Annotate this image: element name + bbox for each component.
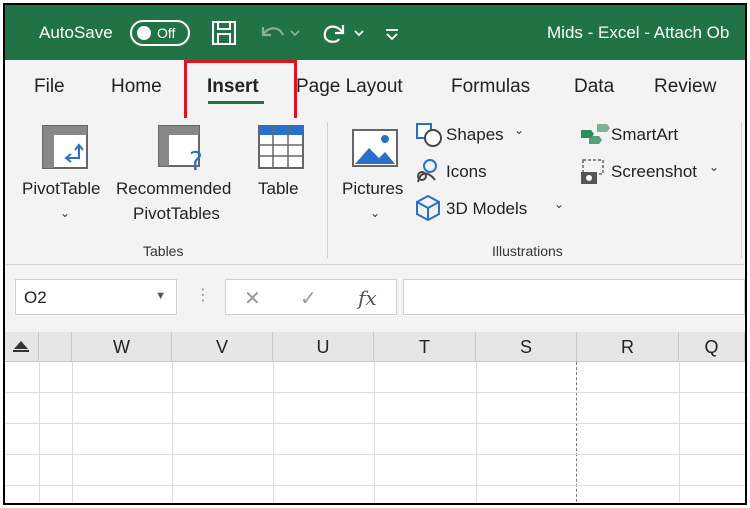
group-divider bbox=[327, 122, 328, 258]
pictures-chevron-icon[interactable]: ⌄ bbox=[370, 206, 380, 220]
pivottable-icon[interactable] bbox=[41, 124, 89, 170]
tab-file[interactable]: File bbox=[34, 76, 65, 98]
select-all-corner[interactable] bbox=[5, 332, 39, 362]
group-divider-right bbox=[741, 122, 742, 258]
tab-formulas[interactable]: Formulas bbox=[451, 76, 530, 98]
grid-line bbox=[5, 392, 745, 393]
column-header-t[interactable]: T bbox=[374, 332, 476, 362]
insert-tab-highlight bbox=[184, 60, 297, 122]
grid-line bbox=[5, 485, 745, 486]
3d-models-label[interactable]: 3D Models bbox=[446, 199, 527, 219]
grid-line bbox=[172, 362, 173, 503]
excel-window: AutoSave Off Mids - Excel - Attach Ob Fi… bbox=[3, 3, 747, 505]
icons-icon[interactable] bbox=[415, 158, 441, 186]
formula-input[interactable] bbox=[403, 279, 745, 315]
select-all-bar bbox=[13, 350, 29, 352]
formula-bar: O2 ▼ ⋮ ✕ ✓ fx bbox=[5, 265, 745, 332]
screenshot-chevron-icon[interactable]: ⌄ bbox=[709, 160, 719, 174]
pivottable-label[interactable]: PivotTable bbox=[22, 179, 100, 199]
toggle-knob bbox=[137, 26, 151, 40]
document-title: Mids - Excel - Attach Ob bbox=[547, 23, 730, 42]
grid-line bbox=[374, 362, 375, 503]
customize-toolbar-icon[interactable] bbox=[383, 19, 401, 47]
grid-line bbox=[273, 362, 274, 503]
insert-function-icon[interactable]: fx bbox=[358, 286, 377, 310]
autosave-label: AutoSave bbox=[39, 23, 113, 42]
recommended-line2[interactable]: PivotTables bbox=[133, 204, 220, 224]
save-icon[interactable] bbox=[211, 19, 237, 47]
grid-line bbox=[39, 362, 40, 503]
pictures-label[interactable]: Pictures bbox=[342, 179, 403, 199]
3d-models-chevron-icon[interactable]: ⌄ bbox=[554, 197, 564, 211]
autosave-toggle[interactable]: Off bbox=[130, 20, 190, 46]
grid-line bbox=[476, 362, 477, 503]
grid-line bbox=[5, 454, 745, 455]
svg-text:?: ? bbox=[189, 147, 203, 172]
screenshot-label[interactable]: Screenshot bbox=[611, 162, 697, 182]
illustrations-group-label: Illustrations bbox=[492, 243, 563, 259]
column-header-partial[interactable] bbox=[39, 332, 72, 362]
formula-buttons: ✕ ✓ fx bbox=[225, 279, 397, 315]
screenshot-icon[interactable] bbox=[579, 158, 607, 186]
shapes-icon[interactable] bbox=[415, 122, 443, 148]
smartart-icon[interactable] bbox=[579, 122, 611, 148]
autosave-state: Off bbox=[157, 25, 176, 41]
grid-line bbox=[679, 362, 680, 503]
column-header-v[interactable]: V bbox=[172, 332, 273, 362]
cancel-icon[interactable]: ✕ bbox=[244, 286, 261, 311]
tab-page-layout[interactable]: Page Layout bbox=[296, 76, 403, 98]
pictures-icon[interactable] bbox=[351, 128, 399, 168]
undo-icon[interactable] bbox=[257, 19, 305, 47]
column-header-s[interactable]: S bbox=[476, 332, 577, 362]
shapes-label[interactable]: Shapes bbox=[446, 125, 504, 145]
table-label[interactable]: Table bbox=[258, 179, 299, 199]
redo-icon[interactable] bbox=[319, 19, 369, 47]
shapes-chevron-icon[interactable]: ⌄ bbox=[514, 123, 524, 137]
pivottable-chevron-icon[interactable]: ⌄ bbox=[60, 206, 70, 220]
insert-ribbon: PivotTable ⌄ ? Recommended PivotTables T… bbox=[5, 118, 745, 265]
column-header-w[interactable]: W bbox=[72, 332, 172, 362]
tab-home[interactable]: Home bbox=[111, 76, 162, 98]
name-box-dropdown-icon[interactable]: ▼ bbox=[155, 290, 166, 302]
tab-data[interactable]: Data bbox=[574, 76, 614, 98]
tab-review[interactable]: Review bbox=[654, 76, 716, 98]
name-box-value: O2 bbox=[24, 288, 47, 307]
column-header-u[interactable]: U bbox=[273, 332, 374, 362]
recommended-line1[interactable]: Recommended bbox=[116, 179, 231, 199]
icons-label[interactable]: Icons bbox=[446, 162, 487, 182]
column-header-r[interactable]: R bbox=[577, 332, 679, 362]
formula-bar-grip-icon[interactable]: ⋮ bbox=[195, 285, 211, 305]
3d-models-icon[interactable] bbox=[415, 194, 441, 222]
enter-icon[interactable]: ✓ bbox=[300, 286, 317, 311]
page-break-line bbox=[576, 362, 577, 503]
ribbon-tab-bar: File Home Insert Page Layout Formulas Da… bbox=[5, 60, 745, 118]
worksheet-grid: W V U T S R Q bbox=[5, 332, 745, 503]
title-bar: AutoSave Off Mids - Excel - Attach Ob bbox=[5, 5, 745, 60]
column-header-q[interactable]: Q bbox=[679, 332, 745, 362]
grid-line bbox=[72, 362, 73, 503]
smartart-label[interactable]: SmartArt bbox=[611, 125, 678, 145]
table-icon[interactable] bbox=[257, 124, 305, 170]
tables-group-label: Tables bbox=[143, 243, 184, 259]
name-box[interactable]: O2 ▼ bbox=[15, 279, 177, 315]
grid-line bbox=[5, 423, 745, 424]
select-all-icon bbox=[14, 341, 28, 349]
recommended-pivottables-icon[interactable]: ? bbox=[157, 124, 209, 172]
